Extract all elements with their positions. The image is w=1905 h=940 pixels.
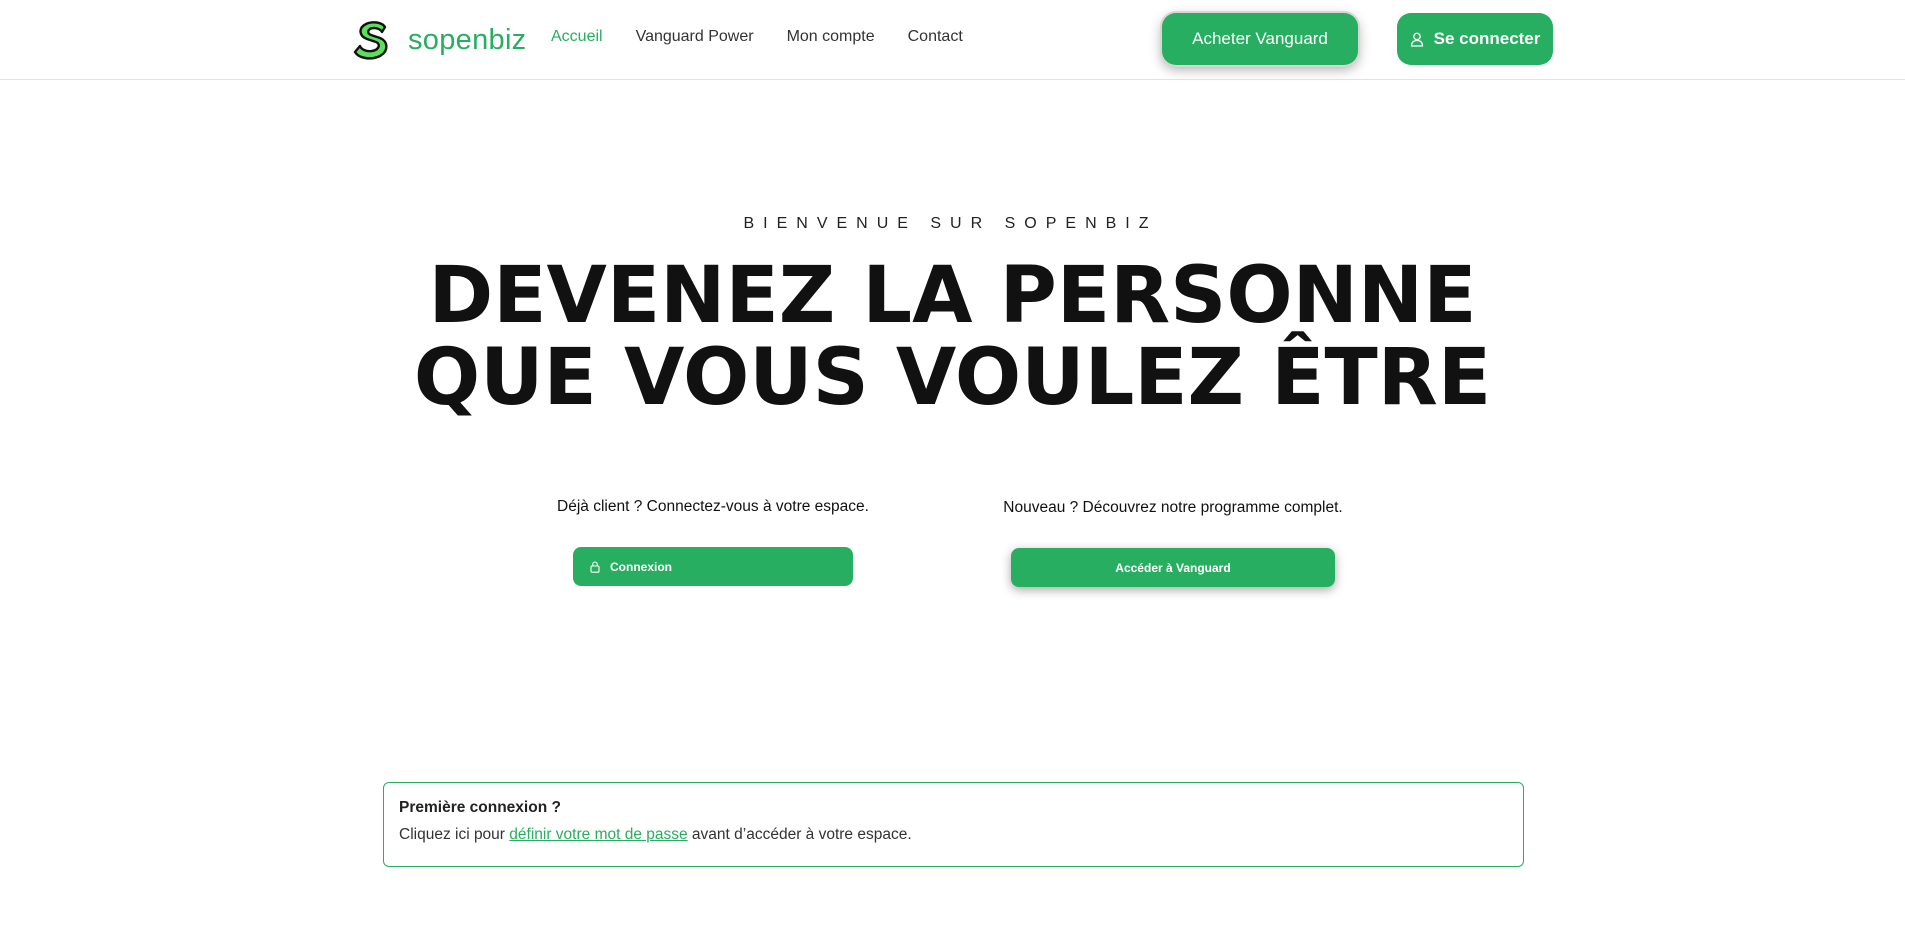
site-header: sopenbiz Accueil Vanguard Power Mon comp… [0,0,1905,80]
lock-icon [590,560,600,573]
hero-headline: DEVENEZ LA PERSONNE QUE VOUS VOULEZ ÊTRE [0,255,1905,419]
brand-logo[interactable]: sopenbiz [352,19,527,61]
login-label: Se connecter [1433,29,1541,48]
notice-title: Première connexion ? [399,799,561,816]
buy-vanguard-label: Acheter Vanguard [1192,29,1328,48]
headline-line-1: DEVENEZ LA PERSONNE [428,251,1477,341]
headline-line-2: QUE VOUS VOULEZ ÊTRE [413,333,1492,423]
connexion-button[interactable]: Connexion [573,547,853,586]
set-password-link[interactable]: définir votre mot de passe [509,826,687,843]
sopenbiz-logo-icon [353,21,388,60]
main-nav: Accueil Vanguard Power Mon compte Contac… [551,28,963,46]
hero-kicker: BIENVENUE SUR SOPENBIZ [743,215,1158,232]
nav-item-accueil[interactable]: Accueil [551,28,603,46]
nav-item-mon-compte[interactable]: Mon compte [787,28,875,46]
user-icon [1410,32,1423,47]
access-vanguard-button[interactable]: Accéder à Vanguard [1011,548,1335,587]
nav-item-vanguard-power[interactable]: Vanguard Power [636,28,754,46]
access-vanguard-label: Accéder à Vanguard [1115,560,1231,575]
buy-vanguard-button[interactable]: Acheter Vanguard [1162,13,1358,65]
first-login-notice: Première connexion ? Cliquez ici pour dé… [383,782,1524,867]
nav-item-contact[interactable]: Contact [908,28,963,46]
existing-client-text: Déjà client ? Connectez-vous à votre esp… [557,498,869,515]
brand-name: sopenbiz [408,23,527,56]
notice-body: Cliquez ici pour définir votre mot de pa… [399,826,1508,844]
connexion-label: Connexion [610,559,672,574]
new-client-text: Nouveau ? Découvrez notre programme comp… [1003,499,1343,516]
notice-prefix: Cliquez ici pour [399,826,510,843]
notice-suffix: avant d’accéder à votre espace. [687,826,912,843]
login-button[interactable]: Se connecter [1397,13,1553,65]
